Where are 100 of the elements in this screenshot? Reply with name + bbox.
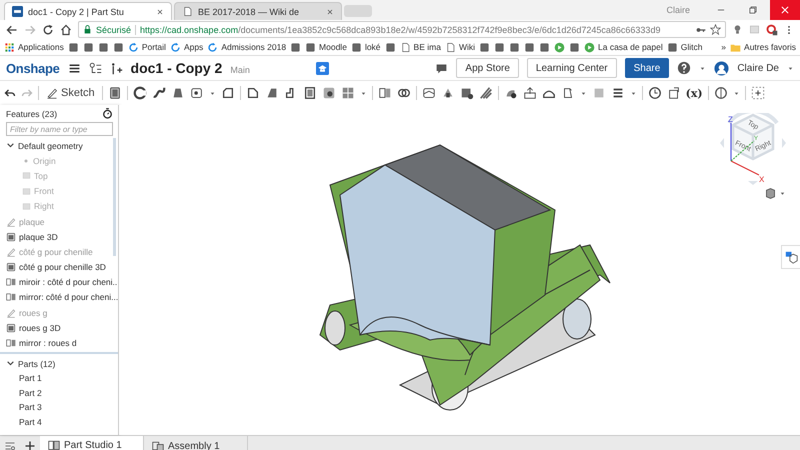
play-icon[interactable] bbox=[554, 42, 565, 52]
variables-icon[interactable] bbox=[110, 62, 123, 74]
undo-icon[interactable] bbox=[4, 87, 16, 99]
bookmark-icon[interactable] bbox=[98, 42, 109, 52]
variable-button[interactable]: (x) bbox=[686, 86, 703, 100]
import-icon[interactable] bbox=[666, 86, 681, 100]
comment-icon[interactable] bbox=[435, 62, 448, 74]
fillet-icon[interactable] bbox=[220, 86, 235, 100]
graduation-cap-icon[interactable] bbox=[316, 62, 329, 74]
help-icon[interactable] bbox=[677, 61, 692, 75]
bookmark-icon[interactable] bbox=[350, 42, 362, 52]
page-icon[interactable] bbox=[444, 42, 456, 52]
header-button[interactable]: Share bbox=[624, 58, 670, 78]
extrude-icon[interactable] bbox=[108, 86, 122, 100]
opera-icon[interactable] bbox=[766, 24, 778, 36]
side-panel-button[interactable] bbox=[781, 245, 800, 269]
feature-item[interactable]: mirror: côté d pour cheni... bbox=[19, 292, 118, 302]
bookmark-icon[interactable] bbox=[494, 42, 505, 52]
bookmark-icon[interactable] bbox=[384, 42, 396, 52]
bookmark-link[interactable]: Wiki bbox=[458, 42, 475, 52]
feature-item[interactable]: côté g pour chenille 3D bbox=[19, 262, 106, 272]
add-custom-feature-icon[interactable] bbox=[750, 86, 765, 100]
tab-list-icon[interactable] bbox=[4, 440, 16, 450]
lock-icon[interactable] bbox=[83, 25, 92, 34]
bookmark-link[interactable]: loké bbox=[364, 42, 381, 52]
more-bookmarks-button[interactable]: » bbox=[721, 42, 726, 52]
bookmark-icon[interactable] bbox=[68, 42, 79, 52]
bookmark-icon[interactable] bbox=[479, 42, 490, 52]
feature-list-icon[interactable] bbox=[88, 62, 102, 74]
bookmark-link[interactable]: BE ima bbox=[414, 42, 441, 52]
bookmark-icon[interactable] bbox=[305, 42, 316, 52]
browser-tab[interactable]: BE 2017-2018 — Wiki de bbox=[174, 2, 342, 20]
part-item[interactable]: Part 4 bbox=[19, 416, 42, 427]
feature-item[interactable]: miroir : côté d pour cheni... bbox=[19, 277, 118, 288]
page-icon[interactable] bbox=[400, 42, 411, 52]
menu-icon[interactable] bbox=[68, 62, 81, 74]
clock-icon[interactable] bbox=[648, 86, 662, 100]
split-icon[interactable] bbox=[422, 86, 436, 100]
extrude-icon[interactable] bbox=[6, 262, 16, 272]
header-button[interactable]: Learning Center bbox=[526, 58, 617, 78]
chevron-icon[interactable] bbox=[6, 359, 15, 368]
onshape-logo[interactable]: Onshape bbox=[6, 60, 60, 76]
tracked-vehicle-model-drawing[interactable] bbox=[319, 144, 610, 410]
bookmark-link[interactable]: Applications bbox=[18, 42, 64, 52]
plus-icon[interactable] bbox=[24, 440, 36, 450]
mirror-icon[interactable] bbox=[6, 338, 16, 348]
feature-item[interactable]: Default geometry bbox=[18, 140, 83, 151]
restore-icon[interactable] bbox=[748, 5, 758, 15]
filter-field[interactable]: Filter by name or type bbox=[6, 122, 113, 136]
avatar-icon[interactable] bbox=[714, 60, 730, 76]
back-icon[interactable] bbox=[6, 24, 18, 36]
home-icon[interactable] bbox=[60, 24, 72, 36]
header-button[interactable]: App Store bbox=[456, 58, 519, 78]
caret-icon[interactable] bbox=[732, 90, 740, 96]
caret-icon[interactable] bbox=[787, 64, 794, 72]
stopwatch-icon[interactable] bbox=[102, 108, 113, 119]
caret-icon[interactable] bbox=[208, 90, 216, 96]
pencil-icon[interactable] bbox=[46, 87, 58, 99]
mirror-icon[interactable] bbox=[6, 292, 16, 302]
apps-icon[interactable] bbox=[4, 42, 15, 52]
browser-tab[interactable]: doc1 - Copy 2 | Part Stu bbox=[4, 2, 172, 20]
bookmark-icon[interactable] bbox=[112, 42, 124, 52]
assembly-icon[interactable] bbox=[152, 440, 164, 450]
element-tab[interactable]: Part Studio 1 bbox=[40, 436, 144, 450]
bookmark-link[interactable]: Glitch bbox=[680, 42, 702, 52]
part-item[interactable]: Part 2 bbox=[19, 388, 42, 398]
feature-item[interactable]: roues g 3D bbox=[19, 322, 61, 333]
bookmark-link[interactable]: Portail bbox=[142, 42, 166, 52]
mirror-icon[interactable] bbox=[378, 86, 392, 100]
render-mode-icon[interactable] bbox=[764, 187, 777, 200]
measure-icon[interactable] bbox=[714, 86, 728, 100]
mirror-icon[interactable] bbox=[6, 277, 16, 288]
caret-icon[interactable] bbox=[360, 90, 367, 96]
bookmark-icon[interactable] bbox=[509, 42, 520, 52]
bookmark-icon[interactable] bbox=[539, 42, 550, 52]
boolean-icon[interactable] bbox=[396, 86, 411, 100]
sync-icon[interactable] bbox=[128, 42, 139, 52]
thicken-icon[interactable] bbox=[190, 86, 204, 100]
loft-icon[interactable] bbox=[170, 86, 185, 100]
feature-item[interactable]: mirror : roues d bbox=[19, 338, 77, 348]
modify-face-icon[interactable] bbox=[478, 86, 493, 100]
close-button[interactable] bbox=[770, 0, 800, 20]
list-icon[interactable] bbox=[610, 86, 625, 100]
bookmark-folder[interactable]: Autres favoris bbox=[744, 42, 796, 52]
chamfer-icon[interactable] bbox=[246, 86, 260, 100]
onshape-logo-icon[interactable] bbox=[12, 6, 23, 17]
part-item[interactable]: Part 3 bbox=[19, 402, 42, 412]
extrude-icon[interactable] bbox=[6, 232, 16, 242]
bookmark-icon[interactable] bbox=[569, 42, 580, 52]
sync-icon[interactable] bbox=[170, 42, 181, 52]
bookmark-link[interactable]: Apps bbox=[184, 42, 204, 52]
reload-icon[interactable] bbox=[42, 24, 54, 36]
bookmark-icon[interactable] bbox=[524, 42, 535, 52]
play-icon[interactable] bbox=[584, 42, 595, 52]
bookmark-link[interactable]: La casa de papel bbox=[598, 42, 663, 52]
delete-part-icon[interactable] bbox=[460, 86, 474, 100]
bookmark-icon[interactable] bbox=[290, 42, 302, 52]
page-icon[interactable] bbox=[182, 6, 193, 17]
close-icon[interactable] bbox=[326, 8, 334, 16]
caret-icon[interactable] bbox=[779, 190, 786, 197]
